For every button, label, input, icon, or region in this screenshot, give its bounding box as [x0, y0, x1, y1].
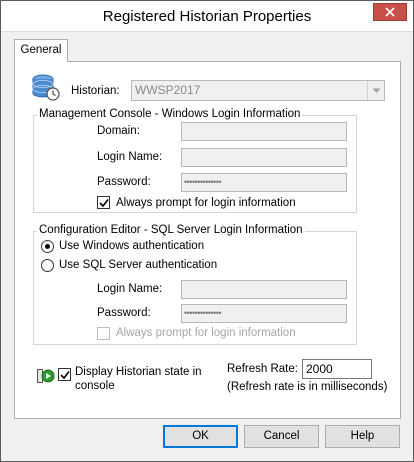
display-state-checkbox[interactable]: [58, 368, 71, 381]
ce-password-mask: ••••••••••••••: [184, 308, 222, 318]
checkmark-icon: [60, 371, 70, 380]
dialog-title: Registered Historian Properties: [102, 8, 312, 25]
mc-password-mask: ••••••••••••••: [184, 177, 222, 187]
cancel-button[interactable]: Cancel: [244, 425, 319, 448]
ce-password-label: Password:: [97, 307, 151, 319]
sql-auth-label: Use SQL Server authentication: [59, 259, 218, 271]
refresh-rate-label: Refresh Rate:: [227, 363, 298, 375]
display-state-label-line2: console: [75, 380, 115, 392]
historian-value: WWSP2017: [135, 83, 201, 97]
refresh-rate-note: (Refresh rate is in milliseconds): [227, 381, 388, 393]
chevron-down-icon[interactable]: [367, 81, 384, 100]
close-icon: [385, 7, 395, 17]
close-button[interactable]: [373, 3, 407, 21]
mc-login-name-label: Login Name:: [97, 151, 163, 163]
ce-login-name-field[interactable]: [181, 280, 347, 299]
windows-auth-label: Use Windows authentication: [59, 240, 205, 252]
ce-always-prompt-checkbox[interactable]: [97, 327, 110, 340]
help-button[interactable]: Help: [325, 425, 400, 448]
ce-password-field[interactable]: ••••••••••••••: [181, 304, 347, 323]
refresh-rate-input[interactable]: 2000: [302, 359, 372, 379]
windows-auth-radio[interactable]: [41, 240, 54, 253]
display-state-label-line1: Display Historian state in: [75, 366, 202, 378]
mc-password-label: Password:: [97, 176, 151, 188]
title-bar[interactable]: Registered Historian Properties: [1, 1, 413, 32]
mc-login-name-field[interactable]: [181, 148, 347, 167]
mc-password-field[interactable]: ••••••••••••••: [181, 173, 347, 192]
management-console-title: Management Console - Windows Login Infor…: [37, 108, 303, 120]
domain-field[interactable]: [181, 122, 347, 141]
mc-always-prompt-label: Always prompt for login information: [116, 197, 296, 209]
config-editor-title: Configuration Editor - SQL Server Login …: [37, 224, 305, 236]
database-icon: [32, 74, 60, 101]
properties-dialog: Registered Historian Properties General …: [0, 0, 414, 462]
domain-label: Domain:: [97, 125, 140, 137]
play-status-icon: [37, 369, 55, 383]
historian-label: Historian:: [71, 85, 120, 97]
tab-general[interactable]: General: [14, 39, 68, 62]
historian-select[interactable]: WWSP2017: [131, 80, 385, 101]
ce-always-prompt-label: Always prompt for login information: [116, 327, 296, 339]
ok-button[interactable]: OK: [163, 425, 238, 448]
ce-login-name-label: Login Name:: [97, 283, 163, 295]
sql-auth-radio[interactable]: [41, 259, 54, 272]
checkmark-icon: [99, 199, 109, 208]
mc-always-prompt-checkbox[interactable]: [97, 196, 110, 209]
